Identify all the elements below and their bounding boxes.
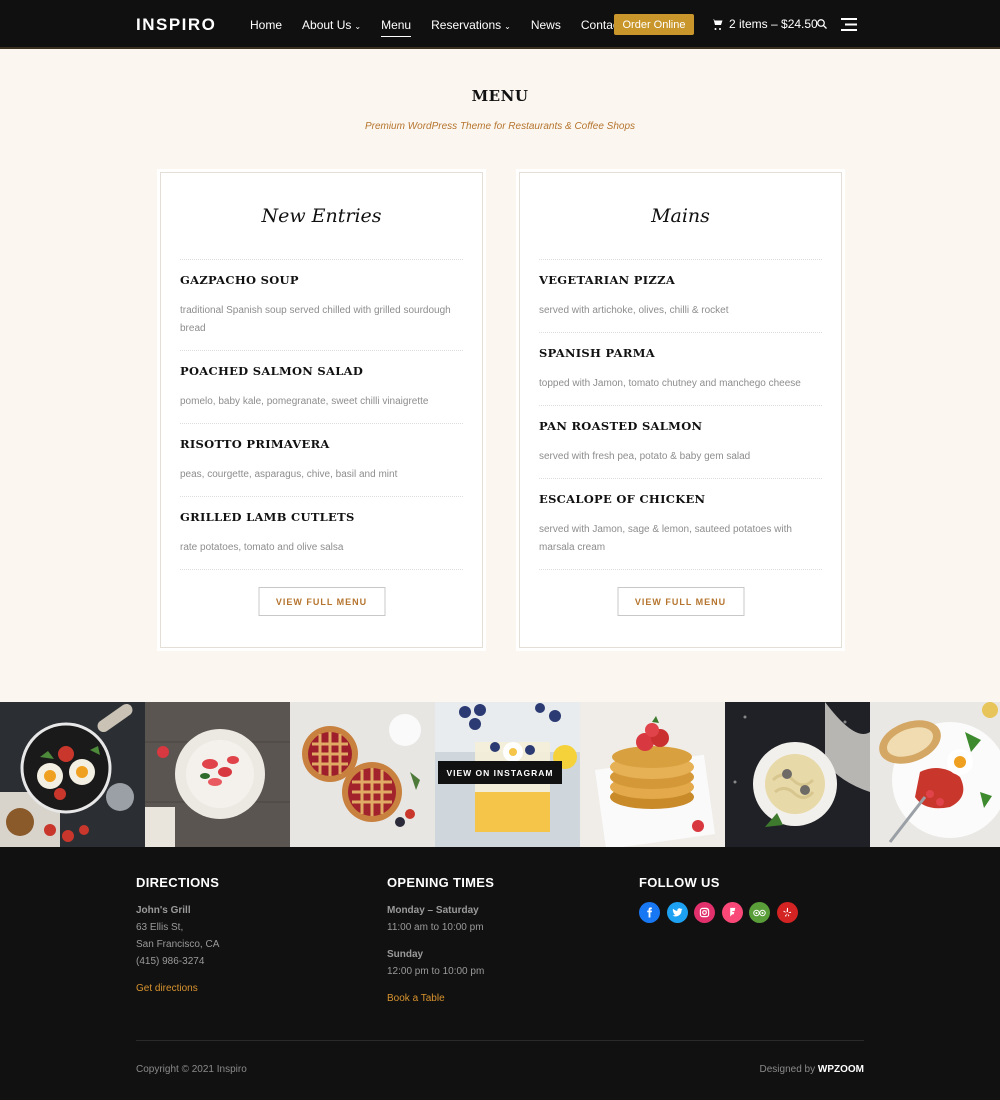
designer-link[interactable]: WPZOOM: [818, 1064, 864, 1075]
instagram-feed: VIEW ON INSTAGRAM: [0, 702, 1000, 847]
address-line-1: 63 Ellis St,: [136, 922, 184, 933]
chevron-down-icon: ⌄: [354, 21, 362, 31]
yelp-icon[interactable]: [776, 902, 798, 923]
social-links: [639, 902, 804, 923]
menu-item: PAN ROASTED SALMON served with fresh pea…: [539, 406, 822, 479]
twitter-icon[interactable]: [666, 902, 688, 923]
item-description: traditional Spanish soup served chilled …: [180, 305, 451, 334]
item-name: POACHED SALMON SALAD: [180, 364, 364, 378]
item-name: PAN ROASTED SALMON: [539, 419, 703, 433]
main-nav: Home About Us ⌄ Menu Reservations ⌄ News C…: [250, 0, 642, 49]
menu-item: GAZPACHO SOUP traditional Spanish soup s…: [180, 260, 463, 351]
item-description: peas, courgette, asparagus, chive, basil…: [180, 469, 398, 480]
page-subtitle: Premium WordPress Theme for Restaurants …: [364, 121, 636, 132]
hamburger-icon: [841, 18, 857, 31]
page-title: MENU: [471, 87, 529, 105]
footer-heading: DIRECTIONS: [136, 875, 220, 890]
site-logo[interactable]: INSPIRO: [136, 15, 216, 35]
item-description: served with artichoke, olives, chilli & …: [539, 305, 729, 316]
menu-card-new-entries: New Entries GAZPACHO SOUP traditional Sp…: [160, 172, 483, 648]
footer-follow-us: FOLLOW US: [639, 875, 804, 923]
menu-toggle-button[interactable]: [841, 18, 857, 36]
tripadvisor-icon[interactable]: [749, 902, 770, 923]
menu-item: POACHED SALMON SALAD pomelo, baby kale, …: [180, 351, 463, 424]
instagram-photo-strawberries-plate[interactable]: [145, 702, 290, 847]
view-full-menu-button[interactable]: VIEW FULL MENU: [617, 587, 744, 616]
item-name: RISOTTO PRIMAVERA: [180, 437, 330, 451]
hours-day-label: Sunday: [387, 949, 424, 960]
instagram-photo-cherry-pies[interactable]: [290, 702, 435, 847]
footer-heading: OPENING TIMES: [387, 875, 495, 890]
hours-time: 12:00 pm to 10:00 pm: [387, 966, 485, 977]
card-title: New Entries: [261, 205, 382, 227]
menu-item: ESCALOPE OF CHICKEN served with Jamon, s…: [539, 479, 822, 570]
designed-by: Designed by WPZOOM: [759, 1064, 864, 1075]
menu-item: GRILLED LAMB CUTLETS rate potatoes, toma…: [180, 497, 463, 570]
item-name: VEGETARIAN PIZZA: [539, 273, 676, 287]
instagram-photo-bacon-eggs-breakfast[interactable]: [870, 702, 1000, 847]
view-full-menu-button[interactable]: VIEW FULL MENU: [258, 587, 385, 616]
copyright-text: Copyright © 2021 Inspiro: [136, 1064, 247, 1075]
chevron-down-icon: ⌄: [504, 21, 511, 31]
item-description: pomelo, baby kale, pomegranate, sweet ch…: [180, 396, 429, 407]
nav-news[interactable]: News: [531, 18, 561, 32]
hours-day-label: Monday – Saturday: [387, 905, 479, 916]
search-button[interactable]: [816, 17, 828, 35]
site-footer: DIRECTIONS John's Grill 63 Ellis St, San…: [0, 847, 1000, 1100]
menu-section: MENU Premium WordPress Theme for Restaur…: [0, 49, 1000, 702]
menu-item: VEGETARIAN PIZZA served with artichoke, …: [539, 260, 822, 333]
nav-home[interactable]: Home: [250, 18, 282, 32]
footer-directions: DIRECTIONS John's Grill 63 Ellis St, San…: [136, 875, 219, 997]
item-name: ESCALOPE OF CHICKEN: [539, 492, 706, 506]
item-description: rate potatoes, tomato and olive salsa: [180, 542, 344, 553]
nav-menu[interactable]: Menu: [381, 18, 412, 37]
nav-reservations[interactable]: Reservations ⌄: [431, 18, 511, 32]
footer-divider: [136, 1040, 864, 1041]
footer-heading: FOLLOW US: [639, 875, 720, 890]
cart-icon: [711, 19, 723, 30]
card-title: Mains: [651, 205, 710, 227]
item-description: served with Jamon, sage & lemon, sauteed…: [539, 524, 792, 553]
item-name: SPANISH PARMA: [539, 346, 655, 360]
address-line-2: San Francisco, CA: [136, 939, 220, 950]
site-header: INSPIRO Home About Us ⌄ Menu Reservations…: [0, 0, 1000, 49]
phone-number: (415) 986-3274: [136, 956, 205, 967]
cart-summary: 2 items – $24.50: [729, 17, 818, 31]
facebook-icon[interactable]: [639, 902, 660, 923]
instagram-photo-eggs-in-pan[interactable]: [0, 702, 145, 847]
nav-about-us[interactable]: About Us ⌄: [302, 18, 361, 32]
item-name: GRILLED LAMB CUTLETS: [180, 510, 355, 524]
cart-link[interactable]: 2 items – $24.50: [711, 17, 818, 31]
menu-card-mains: Mains VEGETARIAN PIZZA served with artic…: [519, 172, 842, 648]
instagram-photo-pancakes-strawberries[interactable]: [580, 702, 725, 847]
instagram-photo-pasta-bowl[interactable]: [725, 702, 870, 847]
item-description: served with fresh pea, potato & baby gem…: [539, 451, 751, 462]
order-online-button[interactable]: Order Online: [614, 14, 694, 35]
book-a-table-link[interactable]: Book a Table: [387, 990, 494, 1007]
view-on-instagram-button[interactable]: VIEW ON INSTAGRAM: [438, 761, 562, 784]
menu-item: RISOTTO PRIMAVERA peas, courgette, aspar…: [180, 424, 463, 497]
footer-opening-times: OPENING TIMES Monday – Saturday 11:00 am…: [387, 875, 494, 1007]
instagram-icon[interactable]: [694, 902, 715, 923]
hours-time: 11:00 am to 10:00 pm: [387, 922, 484, 933]
item-name: GAZPACHO SOUP: [180, 273, 299, 287]
foursquare-icon[interactable]: [721, 902, 743, 923]
restaurant-name: John's Grill: [136, 905, 191, 916]
item-description: topped with Jamon, tomato chutney and ma…: [539, 378, 801, 389]
search-icon: [817, 19, 827, 29]
get-directions-link[interactable]: Get directions: [136, 980, 219, 997]
menu-item: SPANISH PARMA topped with Jamon, tomato …: [539, 333, 822, 406]
